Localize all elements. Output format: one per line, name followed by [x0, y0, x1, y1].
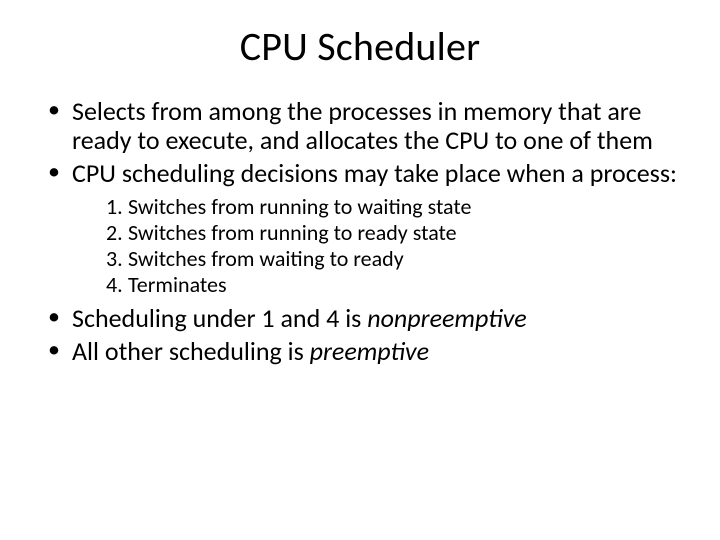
- numbered-item-4: Terminates: [106, 272, 680, 298]
- bullet-item-1: Selects from among the processes in memo…: [44, 97, 680, 155]
- bullet-item-4: All other scheduling is preemptive: [44, 337, 680, 366]
- bullet-item-3: Scheduling under 1 and 4 is nonpreemptiv…: [44, 304, 680, 333]
- numbered-list: Switches from running to waiting state S…: [72, 194, 680, 298]
- numbered-item-2: Switches from running to ready state: [106, 220, 680, 246]
- bullet-item-3-text: Scheduling under 1 and 4 is: [72, 302, 367, 334]
- bullet-list: Selects from among the processes in memo…: [40, 97, 680, 366]
- slide: CPU Scheduler Selects from among the pro…: [0, 0, 720, 540]
- bullet-item-3-em: nonpreemptive: [367, 302, 527, 334]
- numbered-item-3: Switches from waiting to ready: [106, 246, 680, 272]
- slide-title: CPU Scheduler: [40, 22, 680, 71]
- bullet-item-2-text: CPU scheduling decisions may take place …: [72, 157, 677, 189]
- bullet-item-2: CPU scheduling decisions may take place …: [44, 159, 680, 298]
- bullet-item-4-text: All other scheduling is: [72, 335, 310, 367]
- bullet-item-4-em: preemptive: [310, 335, 429, 367]
- numbered-item-1: Switches from running to waiting state: [106, 194, 680, 220]
